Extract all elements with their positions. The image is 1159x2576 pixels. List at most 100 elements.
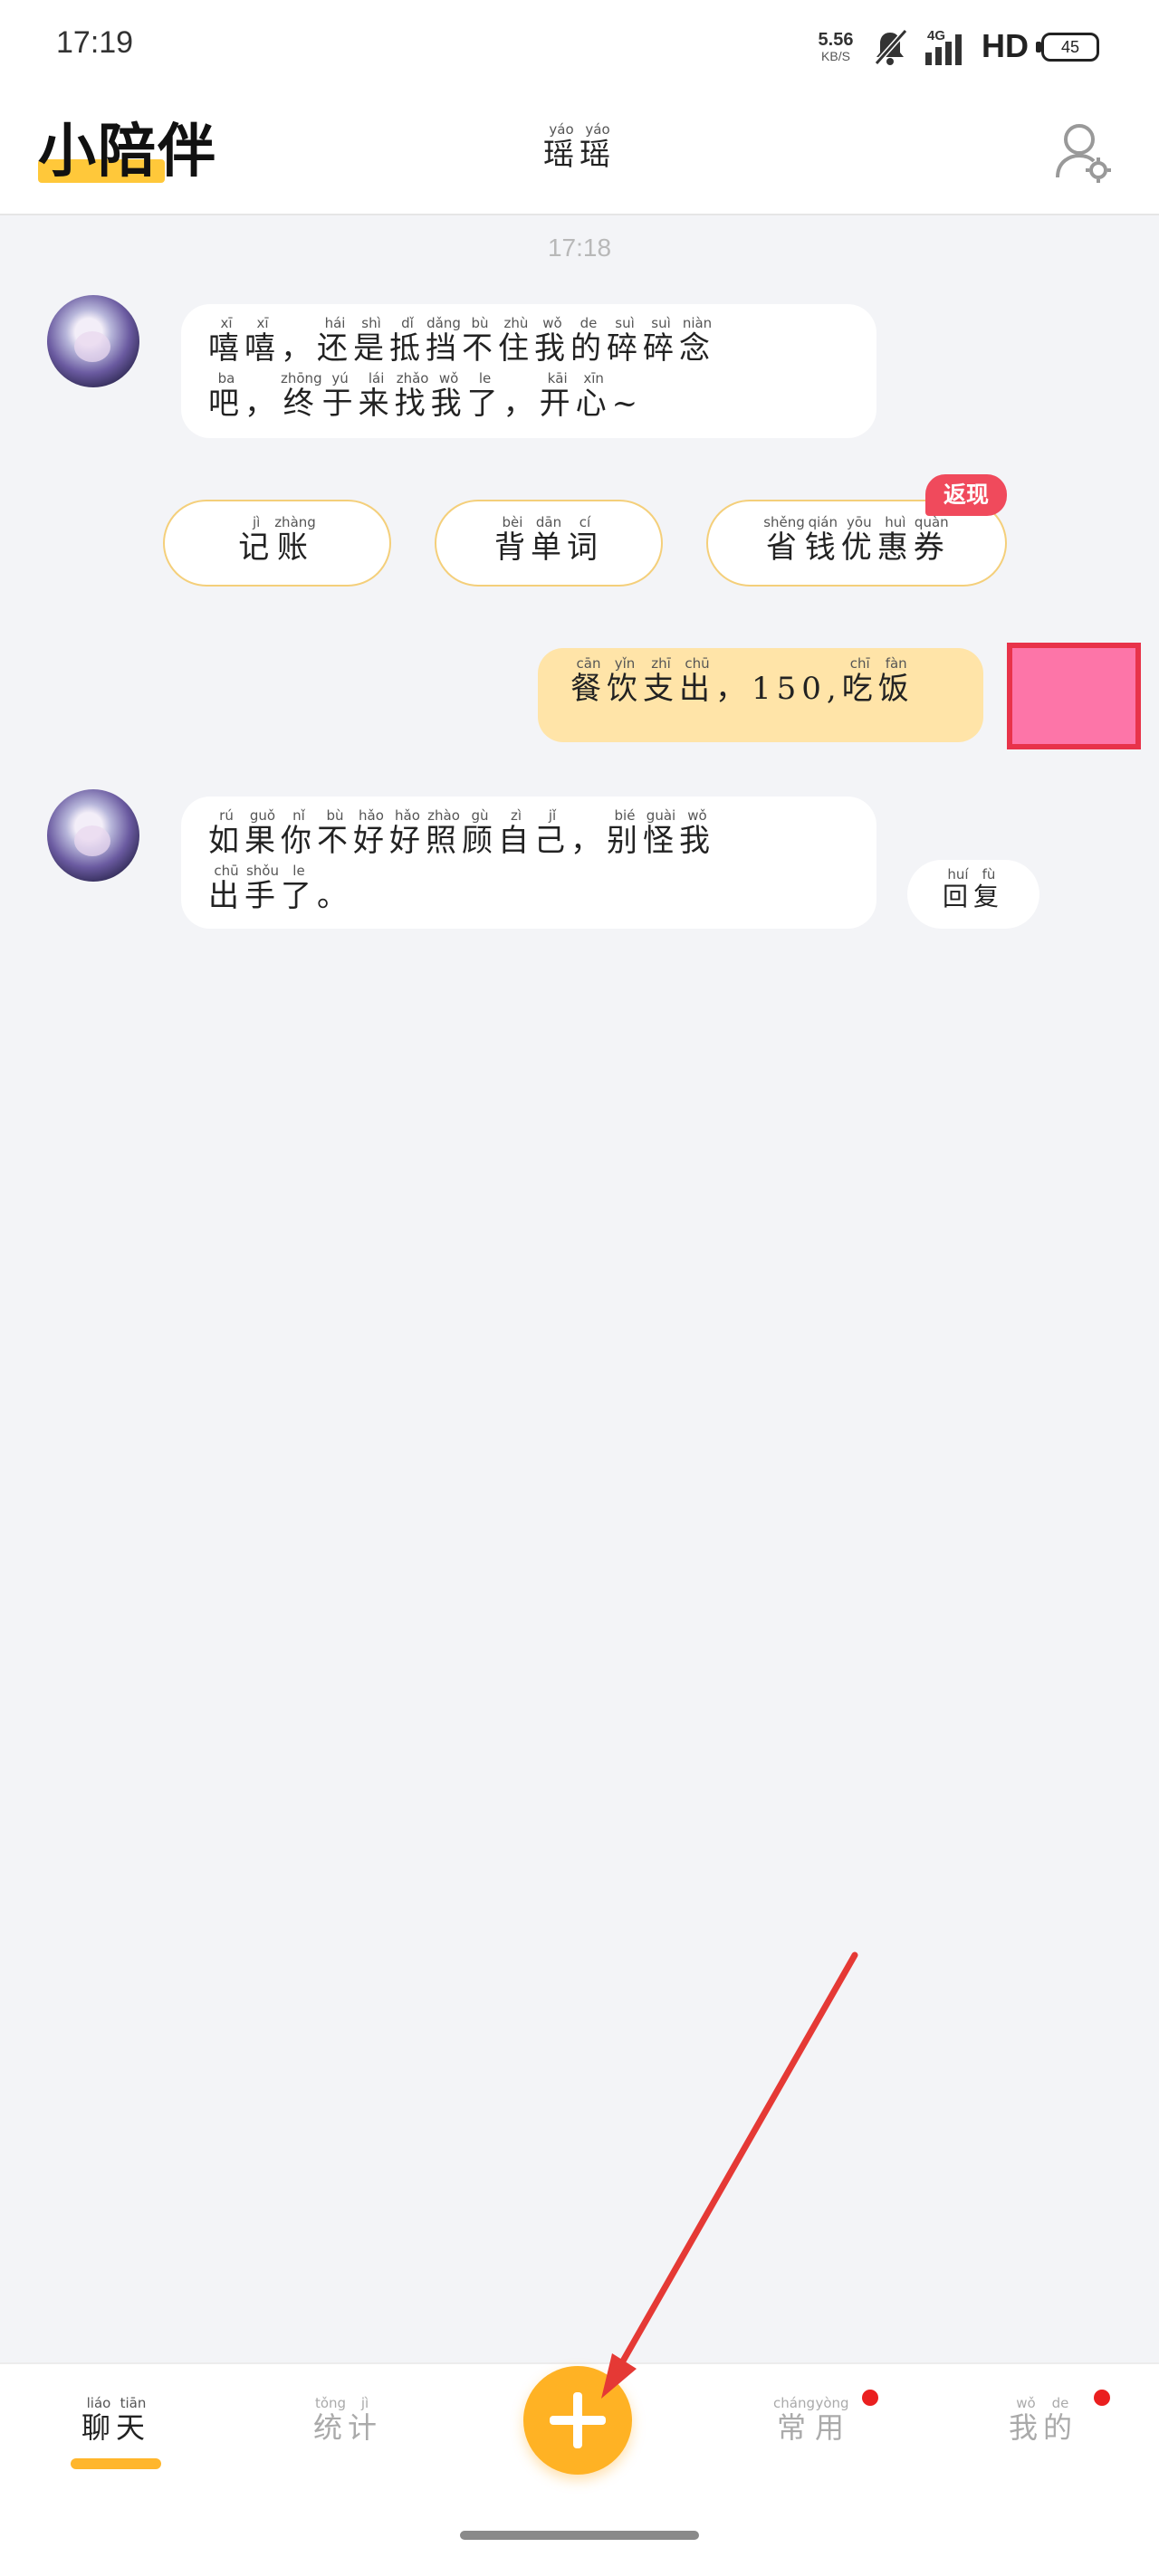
quick-action-bookkeeping[interactable]: 记jì账zhàng [163, 500, 391, 587]
hanzi-char: 我wǒ [1008, 2395, 1043, 2445]
hanzi-char: 是shì [353, 315, 389, 367]
pinyin: le [466, 370, 503, 386]
pinyin [570, 807, 607, 824]
hanzi-char: 嘻xī [244, 315, 281, 367]
pinyin: jǐ [534, 807, 570, 824]
hanzi-char: 碎suì [607, 315, 643, 367]
pinyin: lái [358, 370, 395, 386]
pinyin [317, 863, 353, 879]
hanzi-char: 我wǒ [430, 370, 467, 422]
hanzi-char: 终zhōng [281, 370, 322, 422]
pinyin: zhī [643, 655, 679, 672]
hanzi-char: 的de [570, 315, 607, 367]
quick-action-label: 省shěng钱qián优yōu惠huì券quàn [763, 513, 950, 571]
hanzi-char: 不bù [317, 807, 353, 859]
pinyin: le [281, 863, 317, 879]
pinyin: bù [317, 807, 353, 824]
bot-message-1: 嘻xī嘻xī， 还hái是shì抵dǐ挡dǎng不bù住zhù我wǒ的de碎su… [181, 304, 876, 438]
pinyin: yōu [840, 513, 877, 530]
pinyin: yòng [814, 2395, 849, 2411]
pinyin: chū [208, 863, 244, 879]
pinyin [715, 655, 752, 672]
hanzi-char: 背bèi [494, 513, 531, 566]
hanzi-char: 统tǒng [312, 2395, 348, 2445]
pinyin: yú [321, 370, 359, 386]
cashback-badge: 返现 [925, 474, 1007, 516]
user-settings-icon[interactable] [1054, 121, 1112, 185]
hanzi-char: 己jǐ [534, 807, 570, 859]
notification-dot [1094, 2390, 1110, 2406]
pinyin: huí [942, 866, 973, 883]
nav-item-chat[interactable]: 聊liáo天tiān [43, 2395, 188, 2451]
hanzi-char: 自zì [498, 807, 534, 859]
pinyin: chī [841, 655, 878, 672]
pinyin: kāi [539, 370, 576, 386]
hanzi-char: 天tiān [116, 2395, 151, 2445]
hanzi-char: 餐cān [570, 655, 607, 707]
hanzi-char: ， [281, 330, 317, 367]
hanzi-char: 嘻xī [208, 315, 244, 367]
pinyin: cí [567, 513, 603, 530]
hanzi-char: 我wǒ [534, 315, 570, 367]
user-avatar[interactable] [1007, 643, 1141, 749]
hanzi-char: 支zhī [643, 655, 679, 707]
hanzi-char: 词cí [567, 513, 603, 566]
pinyin: nǐ [281, 807, 317, 824]
pinyin: xī [208, 315, 244, 331]
signal-icon: 4G [925, 28, 962, 65]
pinyin: cháng [773, 2395, 815, 2411]
hanzi-char: 不bù [462, 315, 498, 367]
hanzi-char: ， [715, 671, 752, 707]
hanzi-char: 吃chī [841, 655, 878, 707]
nav-item-mine[interactable]: 我wǒ的de [971, 2395, 1116, 2451]
pinyin: zhù [498, 315, 534, 331]
network-speed: 5.56 KB/S [813, 31, 858, 63]
reply-button[interactable]: 回huí复fù [907, 860, 1039, 929]
pinyin: huì [876, 513, 914, 530]
pinyin: tiān [116, 2395, 150, 2411]
hanzi-char: 瑶yáo [543, 121, 580, 173]
nav-item-label: 我wǒ的de [1009, 2395, 1078, 2445]
status-bar: 17:19 5.56 KB/S 4G HD 45 [0, 0, 1159, 91]
hanzi-char: 惠huì [876, 513, 914, 566]
hanzi-char: 常cháng [773, 2395, 815, 2445]
pinyin: xī [244, 315, 281, 331]
hanzi-char: 省shěng [763, 513, 805, 566]
hanzi-char: 手shǒu [244, 863, 281, 914]
hanzi-char: 顾gù [462, 807, 498, 859]
bot-avatar[interactable] [47, 295, 139, 387]
nav-item-common[interactable]: 常cháng用yòng [739, 2395, 884, 2451]
hanzi-char: 如rú [208, 807, 244, 859]
pinyin [503, 370, 540, 386]
add-button[interactable] [523, 2366, 632, 2475]
hanzi-char: 的de [1043, 2395, 1078, 2445]
pinyin: chū [679, 655, 715, 672]
quick-action-vocabulary[interactable]: 背bèi单dān词cí [435, 500, 663, 587]
hanzi-char: 找zhǎo [394, 370, 431, 422]
hanzi-char: 来lái [358, 370, 395, 422]
hanzi-char: 念niàn [679, 315, 715, 367]
hanzi-char: 于yú [321, 370, 359, 422]
nav-item-label: 统tǒng计jì [313, 2395, 382, 2445]
pinyin: yáo [580, 121, 616, 138]
pinyin: shěng [763, 513, 805, 530]
pinyin: cān [570, 655, 607, 672]
hanzi-char: 出chū [208, 863, 244, 914]
pinyin: ba [208, 370, 244, 386]
hanzi-char: 记jì [238, 513, 275, 566]
pinyin: zhōng [281, 370, 322, 386]
bot-avatar[interactable] [47, 789, 139, 882]
bot-message-1-line-1: 嘻xī嘻xī， 还hái是shì抵dǐ挡dǎng不bù住zhù我wǒ的de碎su… [208, 315, 849, 372]
hanzi-char: 心xīn [575, 370, 612, 422]
pinyin: yǐn [607, 655, 643, 672]
pinyin: hǎo [353, 807, 389, 824]
chat-timestamp: 17:18 [547, 234, 612, 262]
hanzi-char: 照zhào [426, 807, 462, 859]
bot-message-2-line-1: 如rú果guǒ你nǐ不bù好hǎo好hǎo照zhào顾gù自zì己jǐ， 别bi… [208, 807, 849, 864]
quick-action-label: 记jì账zhàng [238, 513, 316, 571]
home-indicator[interactable] [460, 2531, 699, 2540]
hanzi-char: 出chū [679, 655, 715, 707]
pinyin: dǐ [389, 315, 426, 331]
nav-item-statistics[interactable]: 统tǒng计jì [275, 2395, 420, 2451]
pinyin [752, 655, 842, 672]
